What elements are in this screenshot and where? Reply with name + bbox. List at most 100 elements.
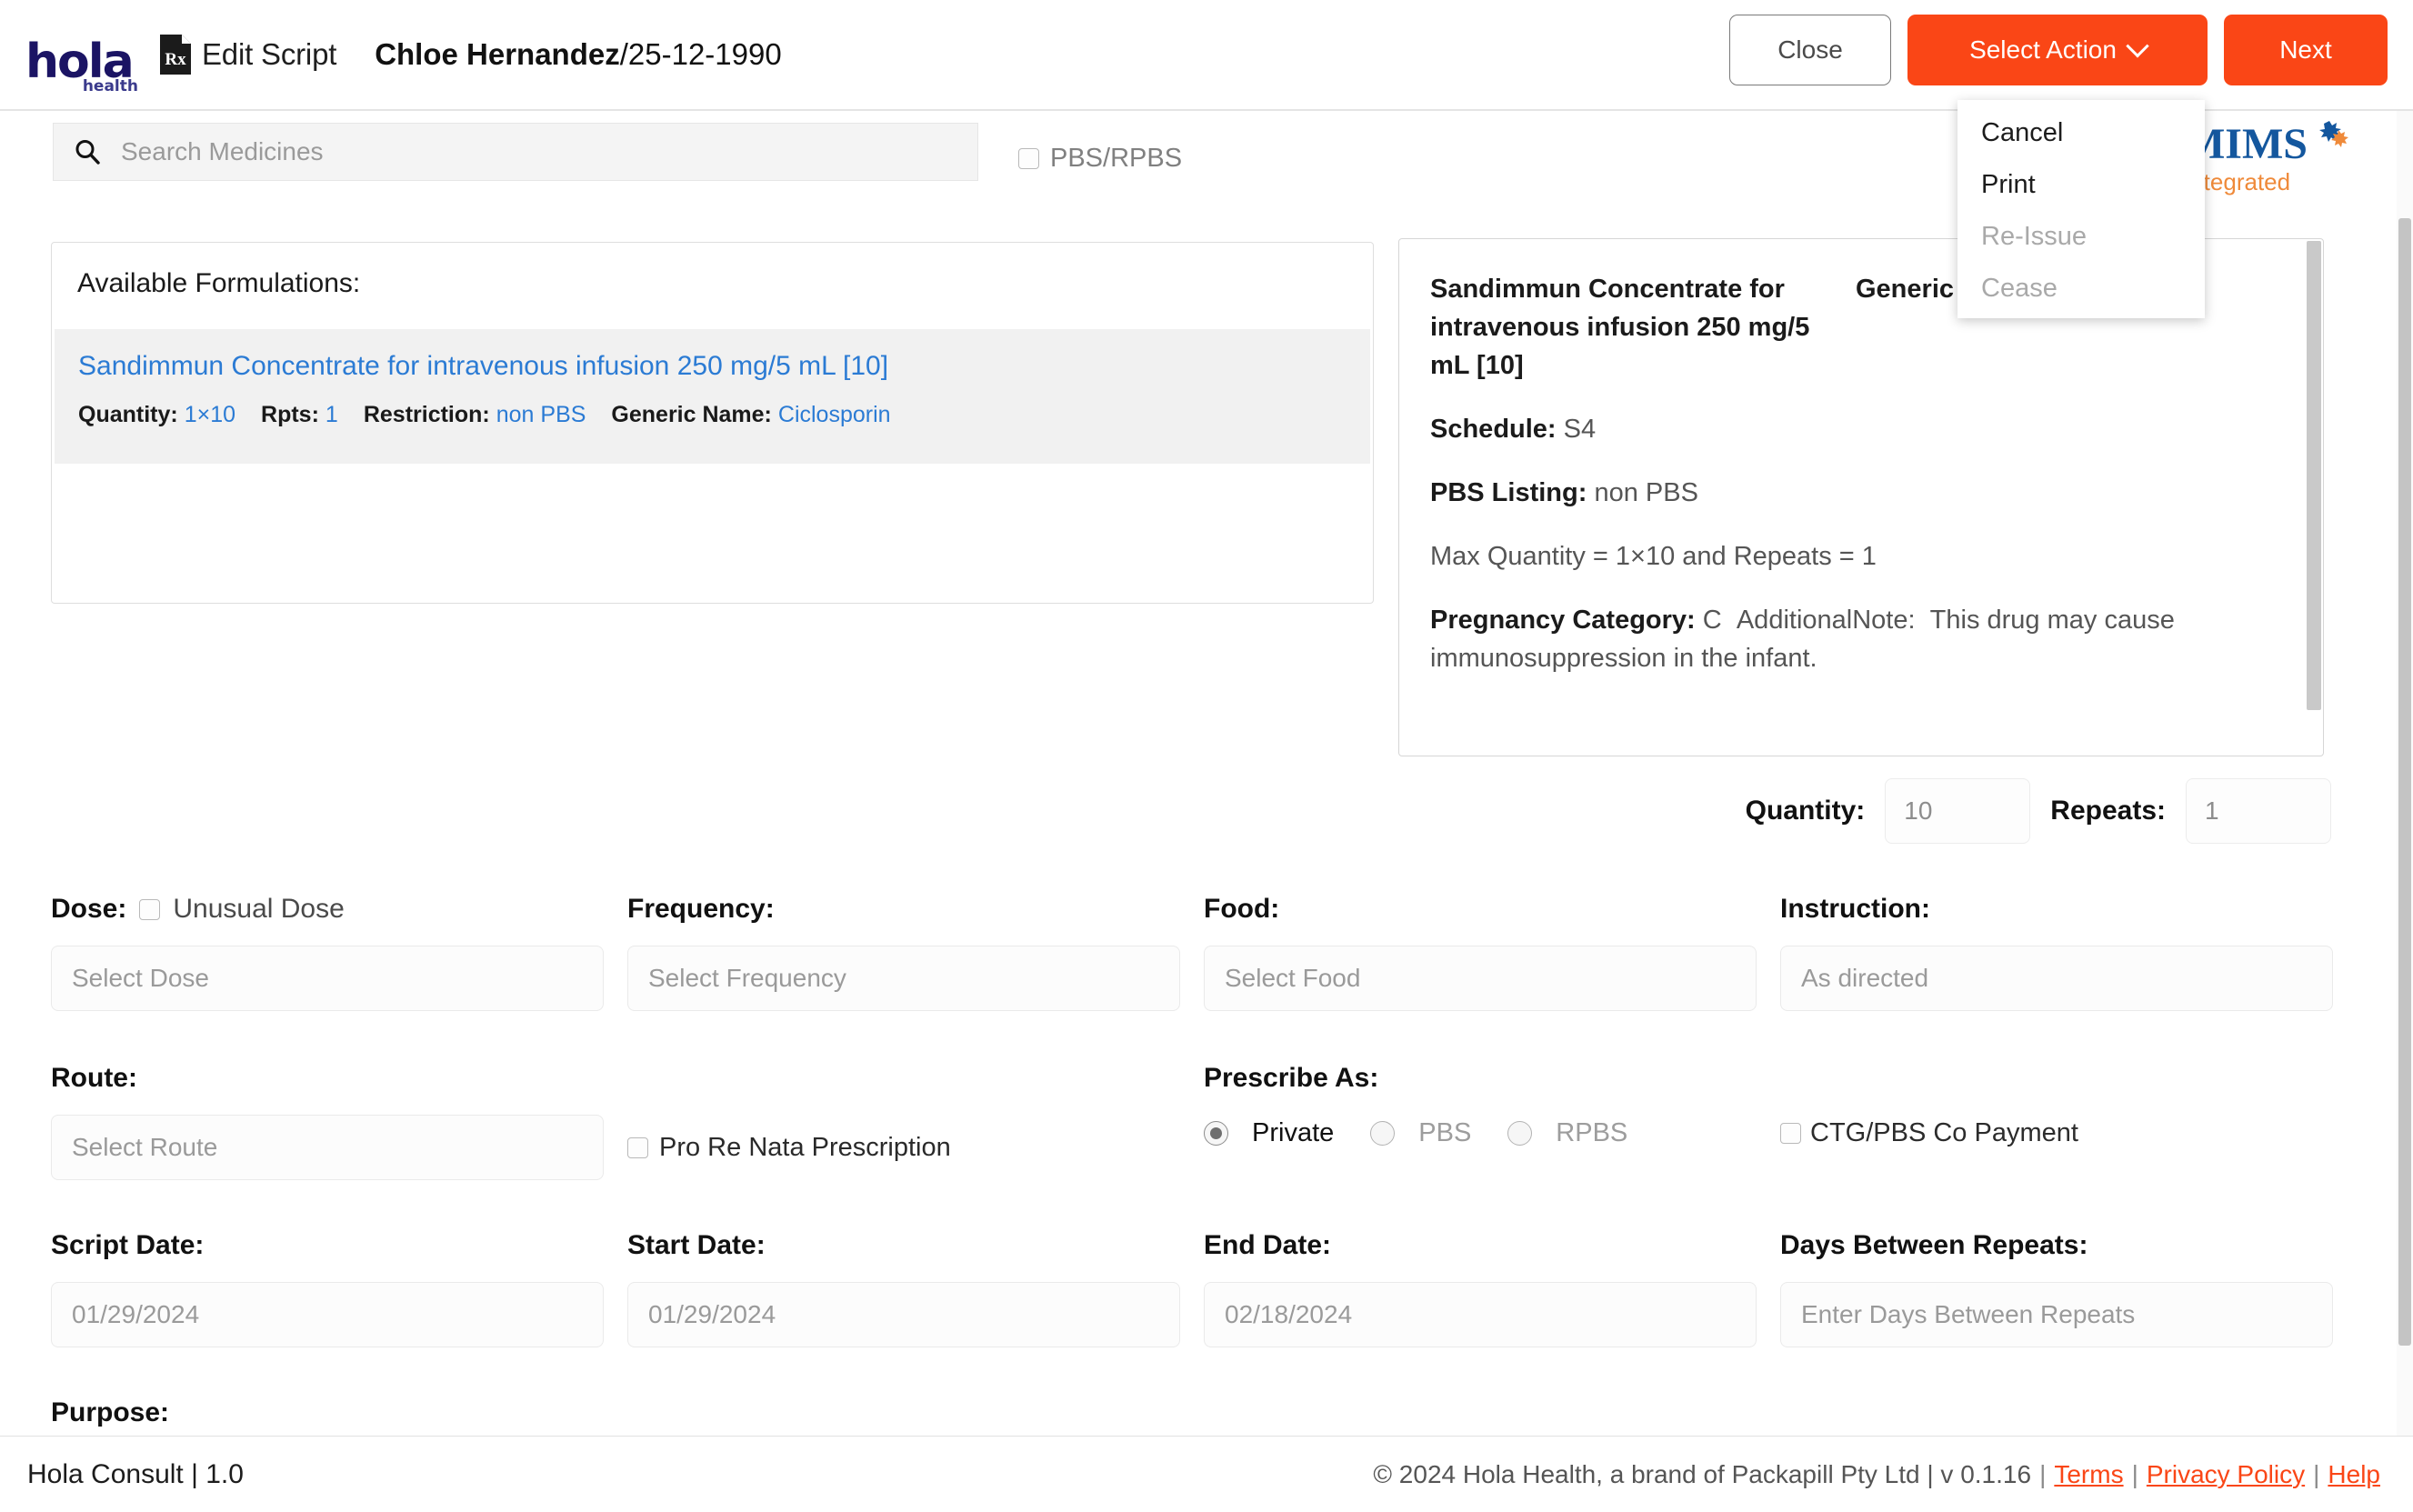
menu-item-print[interactable]: Print bbox=[1957, 159, 2205, 211]
drug-detail-schedule: Schedule: S4 bbox=[1430, 410, 2287, 448]
svg-text:Rx: Rx bbox=[165, 50, 186, 69]
formulation-restriction-label: Restriction: bbox=[363, 402, 490, 427]
quantity-label: Quantity: bbox=[1745, 796, 1866, 826]
frequency-input[interactable] bbox=[627, 946, 1180, 1011]
privacy-policy-link[interactable]: Privacy Policy bbox=[2147, 1460, 2305, 1489]
formulation-name[interactable]: Sandimmun Concentrate for intravenous in… bbox=[78, 351, 1347, 382]
ctg-spacer bbox=[1780, 1058, 2354, 1098]
quantity-input[interactable] bbox=[1885, 778, 2031, 844]
rx-document-icon: Rx bbox=[160, 35, 191, 75]
quantity-repeats-row: Quantity: Repeats: bbox=[1746, 778, 2331, 844]
formulation-generic-value: Ciclosporin bbox=[777, 402, 891, 427]
route-input[interactable] bbox=[51, 1115, 604, 1180]
days-between-repeats-input[interactable] bbox=[1780, 1282, 2333, 1347]
formulation-quantity-label: Quantity: bbox=[78, 402, 178, 427]
formulation-restriction: Restriction: non PBS bbox=[364, 402, 586, 428]
app-footer: Hola Consult | 1.0 © 2024 Hola Health, a… bbox=[0, 1436, 2413, 1512]
footer-copyright: © 2024 Hola Health, a brand of Packapill… bbox=[1373, 1459, 2032, 1488]
instruction-input[interactable] bbox=[1780, 946, 2333, 1011]
select-action-button[interactable]: Select Action bbox=[1907, 15, 2208, 85]
available-formulations-panel: Available Formulations: Sandimmun Concen… bbox=[51, 242, 1374, 604]
terms-link[interactable]: Terms bbox=[2054, 1460, 2123, 1489]
frequency-label: Frequency: bbox=[627, 894, 775, 924]
page-scrollbar-thumb[interactable] bbox=[2398, 218, 2411, 1346]
dose-label-group: Dose: Unusual Dose bbox=[51, 889, 625, 929]
route-label: Route: bbox=[51, 1063, 137, 1093]
food-input[interactable] bbox=[1204, 946, 1757, 1011]
repeats-input[interactable] bbox=[2186, 778, 2331, 844]
edit-script-page: hola health Rx Edit Script Chloe Hernand… bbox=[0, 0, 2413, 1512]
field-end-date: End Date: bbox=[1204, 1226, 1777, 1347]
menu-item-cancel[interactable]: Cancel bbox=[1957, 107, 2205, 159]
radio-private[interactable] bbox=[1204, 1121, 1228, 1146]
pbs-rpbs-checkbox[interactable] bbox=[1018, 148, 1039, 169]
drug-detail-name: Sandimmun Concentrate for intravenous in… bbox=[1430, 275, 1810, 381]
drug-detail-pregnancy-label: Pregnancy Category: bbox=[1430, 606, 1696, 636]
footer-separator-1: | bbox=[2039, 1459, 2047, 1488]
script-date-label: Script Date: bbox=[51, 1230, 205, 1260]
field-prescribe-as: Prescribe As: Private PBS RPBS bbox=[1204, 1058, 1777, 1180]
drug-detail-pregnancy: Pregnancy Category: C AdditionalNote: Th… bbox=[1430, 601, 2287, 677]
drug-detail-pbs-listing-label: PBS Listing: bbox=[1430, 478, 1587, 508]
prn-checkbox-group[interactable]: Pro Re Nata Prescription bbox=[627, 1133, 1201, 1163]
dose-input[interactable] bbox=[51, 946, 604, 1011]
footer-app-version: Hola Consult | 1.0 bbox=[27, 1458, 244, 1489]
help-link[interactable]: Help bbox=[2328, 1460, 2380, 1489]
radio-pbs-label: PBS bbox=[1418, 1118, 1472, 1147]
script-date-input[interactable] bbox=[51, 1282, 604, 1347]
patient-identity: Chloe Hernandez/25-12-1990 bbox=[375, 37, 782, 72]
formulation-generic-label: Generic Name: bbox=[611, 402, 772, 427]
drug-detail-schedule-value: S4 bbox=[1563, 415, 1597, 445]
dose-label: Dose: bbox=[51, 894, 127, 924]
header-actions: Close Select Action Next bbox=[1729, 15, 2388, 85]
field-food: Food: bbox=[1204, 889, 1777, 1011]
field-script-date: Script Date: bbox=[51, 1226, 625, 1347]
prescription-form: Dose: Unusual Dose Frequency: Food: Inst… bbox=[51, 889, 2378, 1512]
start-date-label: Start Date: bbox=[627, 1230, 766, 1260]
select-action-dropdown-menu: Cancel Print Re-Issue Cease bbox=[1957, 100, 2205, 318]
food-label: Food: bbox=[1204, 894, 1280, 924]
field-dose: Dose: Unusual Dose bbox=[51, 889, 625, 1011]
next-button[interactable]: Next bbox=[2224, 15, 2388, 85]
ctg-checkbox[interactable] bbox=[1780, 1123, 1801, 1144]
logo-tagline: health bbox=[82, 77, 138, 95]
page-scrollbar[interactable] bbox=[2397, 111, 2413, 1437]
mims-star-icon bbox=[2318, 119, 2349, 150]
end-date-input[interactable] bbox=[1204, 1282, 1757, 1347]
form-row-dates: Script Date: Start Date: End Date: Days … bbox=[51, 1226, 2378, 1347]
radio-rpbs[interactable] bbox=[1507, 1121, 1533, 1146]
end-date-label: End Date: bbox=[1204, 1230, 1332, 1260]
pbs-rpbs-filter[interactable]: PBS/RPBS bbox=[1018, 144, 1182, 174]
days-between-repeats-label: Days Between Repeats: bbox=[1780, 1230, 2088, 1260]
drug-detail-pbs-listing-value: non PBS bbox=[1594, 478, 1698, 508]
formulation-rpts-value: 1 bbox=[325, 402, 338, 427]
instruction-label: Instruction: bbox=[1780, 894, 1930, 924]
unusual-dose-label: Unusual Dose bbox=[173, 894, 345, 924]
formulation-list-item[interactable]: Sandimmun Concentrate for intravenous in… bbox=[55, 329, 1370, 464]
hola-health-logo: hola health bbox=[25, 25, 144, 95]
form-row-dose: Dose: Unusual Dose Frequency: Food: Inst… bbox=[51, 889, 2378, 1011]
repeats-label: Repeats: bbox=[2050, 796, 2166, 826]
page-title: Edit Script bbox=[202, 37, 337, 71]
drug-detail-max-quantity: Max Quantity = 1×10 and Repeats = 1 bbox=[1430, 542, 1877, 572]
formulation-rpts: Rpts: 1 bbox=[261, 402, 338, 428]
search-medicines-box[interactable] bbox=[53, 123, 978, 181]
detail-panel-scrollbar[interactable] bbox=[2307, 241, 2321, 710]
close-button[interactable]: Close bbox=[1729, 15, 1891, 85]
footer-separator-2: | bbox=[2131, 1459, 2138, 1488]
formulation-meta: Quantity: 1×10 Rpts: 1 Restriction: non PBS… bbox=[78, 402, 1347, 428]
prn-checkbox[interactable] bbox=[627, 1137, 648, 1158]
chevron-down-icon bbox=[2126, 35, 2149, 58]
ctg-checkbox-group[interactable]: CTG/PBS Co Payment bbox=[1780, 1118, 2354, 1148]
field-start-date: Start Date: bbox=[627, 1226, 1201, 1347]
field-ctg: CTG/PBS Co Payment bbox=[1780, 1058, 2354, 1180]
app-header: hola health Rx Edit Script Chloe Hernand… bbox=[0, 0, 2413, 109]
formulation-generic: Generic Name: Ciclosporin bbox=[611, 402, 890, 428]
formulation-rpts-label: Rpts: bbox=[261, 402, 319, 427]
start-date-input[interactable] bbox=[627, 1282, 1180, 1347]
unusual-dose-checkbox[interactable] bbox=[139, 898, 161, 920]
radio-pbs[interactable] bbox=[1370, 1121, 1396, 1146]
search-input[interactable] bbox=[119, 136, 937, 167]
field-days-between-repeats: Days Between Repeats: bbox=[1780, 1226, 2354, 1347]
field-prn: Pro Re Nata Prescription bbox=[627, 1058, 1201, 1180]
